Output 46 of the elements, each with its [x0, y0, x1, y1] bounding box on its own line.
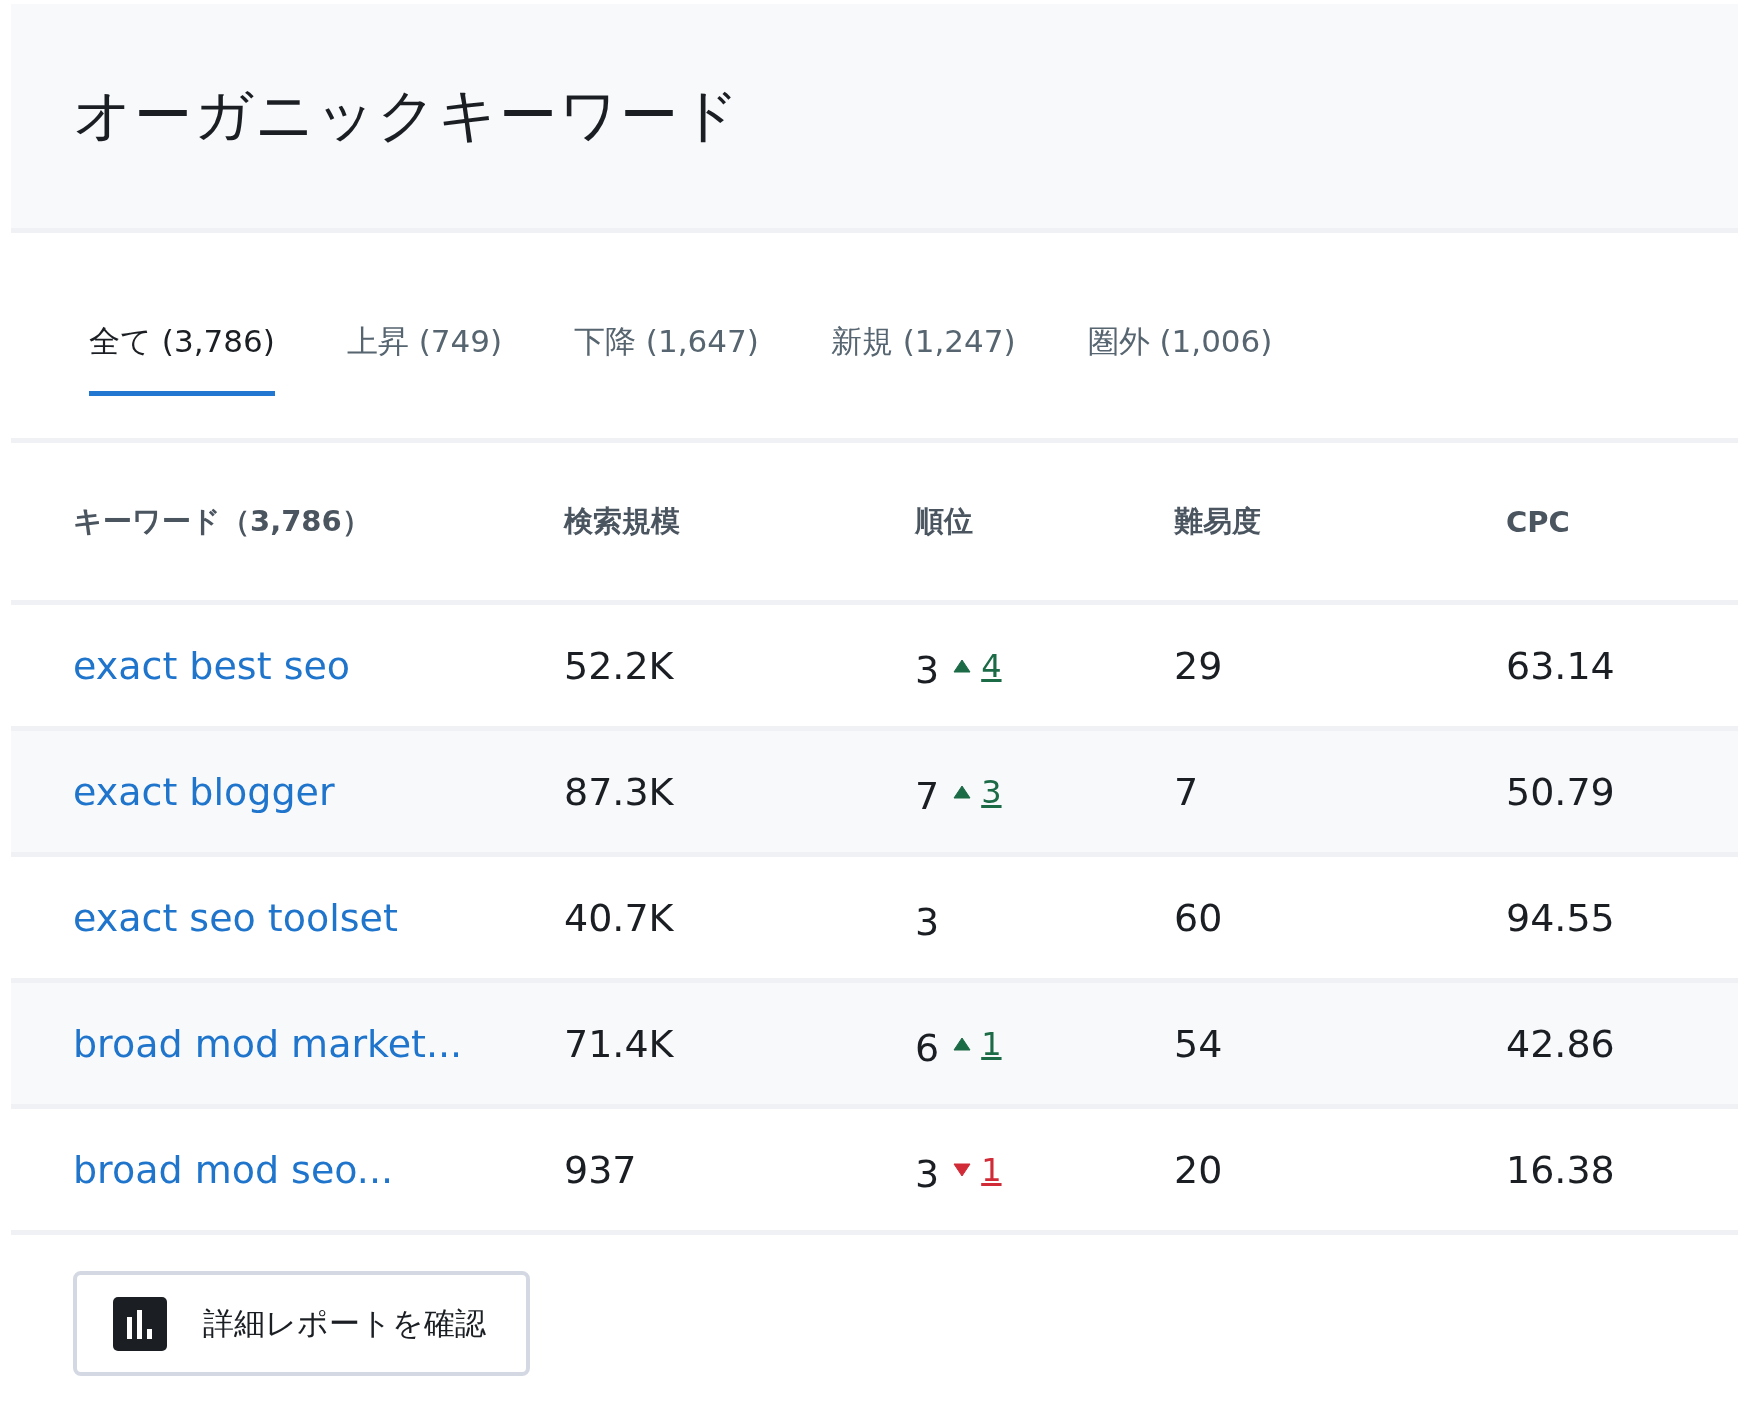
up-triangle-icon — [953, 658, 972, 673]
difficulty-cell-text: 20 — [1174, 1147, 1224, 1192]
column-header: 難易度 — [1174, 502, 1262, 540]
volume-cell-text: 40.7K — [564, 895, 675, 940]
rank-cell-text: 3 — [915, 898, 940, 944]
difficulty-cell-text: 7 — [1174, 769, 1200, 814]
report-button[interactable]: 詳細レポートを確認 — [73, 1271, 530, 1376]
cpc-cell-text: 42.86 — [1506, 1021, 1616, 1066]
difficulty-cell-text: 60 — [1174, 895, 1224, 940]
keyword-link[interactable]: exact best seo — [73, 643, 564, 688]
difficulty-cell-text: 54 — [1174, 1021, 1224, 1066]
filter-tab[interactable]: 新規 (1,247) — [830, 321, 1016, 396]
rank-change-link[interactable]: 4 — [981, 646, 1002, 685]
rank-cell-text: 6 — [915, 1024, 940, 1070]
rank-change-link[interactable]: 1 — [981, 1150, 1002, 1189]
cpc-cell-text: 63.14 — [1506, 643, 1616, 688]
rank-change-link[interactable]: 1 — [981, 1024, 1002, 1063]
keyword-link[interactable]: broad mod seo... — [73, 1147, 564, 1192]
keyword-link[interactable]: exact blogger — [73, 769, 564, 814]
volume-cell-text: 937 — [564, 1147, 638, 1192]
card-title: オーガニックキーワード — [73, 80, 741, 151]
rank-cell-text: 3 — [915, 1150, 940, 1196]
up-triangle-icon — [953, 1036, 972, 1051]
filter-tab[interactable]: 上昇 (749) — [346, 321, 502, 396]
column-header: キーワード（3,786） — [73, 502, 372, 540]
filter-tab[interactable]: 下降 (1,647) — [574, 321, 759, 396]
volume-cell-text: 71.4K — [564, 1021, 675, 1066]
rank-cell-text: 7 — [915, 772, 940, 818]
column-header: 順位 — [915, 502, 974, 540]
column-header: 検索規模 — [564, 502, 681, 540]
keyword-link[interactable]: broad mod market... — [73, 1021, 564, 1066]
cpc-cell-text: 16.38 — [1506, 1147, 1616, 1192]
filter-tab[interactable]: 全て (3,786) — [89, 321, 275, 396]
up-triangle-icon — [953, 784, 972, 799]
volume-cell-text: 87.3K — [564, 769, 675, 814]
volume-cell-text: 52.2K — [564, 643, 675, 688]
down-triangle-icon — [953, 1162, 972, 1177]
column-header: CPC — [1506, 504, 1571, 539]
bar-chart-icon — [113, 1296, 167, 1351]
cpc-cell-text: 94.55 — [1506, 895, 1616, 940]
keyword-link[interactable]: exact seo toolset — [73, 895, 564, 940]
filter-tab[interactable]: 圏外 (1,006) — [1087, 321, 1273, 396]
cpc-cell-text: 50.79 — [1506, 769, 1616, 814]
difficulty-cell-text: 29 — [1174, 643, 1224, 688]
rank-change-link[interactable]: 3 — [981, 772, 1002, 811]
rank-cell-text: 3 — [915, 646, 940, 692]
